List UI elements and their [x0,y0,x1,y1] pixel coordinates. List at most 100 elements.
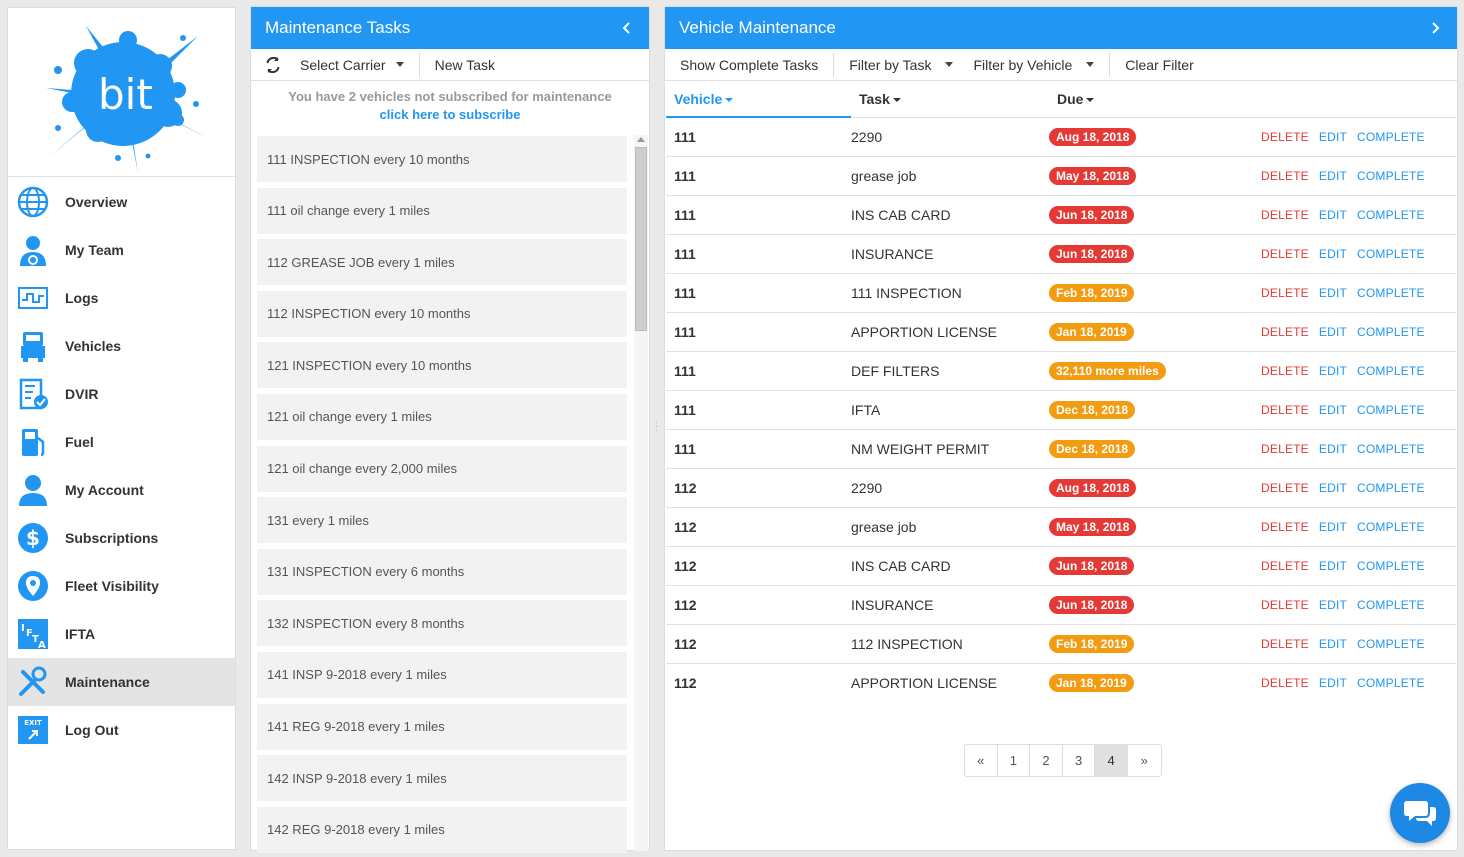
sidebar-item-vehicles[interactable]: Vehicles [8,322,235,370]
complete-button[interactable]: COMPLETE [1357,403,1425,417]
edit-button[interactable]: EDIT [1319,442,1347,456]
list-item[interactable]: 111 oil change every 1 miles [257,187,627,234]
delete-button[interactable]: DELETE [1261,208,1309,222]
delete-button[interactable]: DELETE [1261,637,1309,651]
edit-button[interactable]: EDIT [1319,676,1347,690]
edit-button[interactable]: EDIT [1319,559,1347,573]
clear-filter-button[interactable]: Clear Filter [1110,49,1208,80]
edit-button[interactable]: EDIT [1319,637,1347,651]
refresh-icon[interactable] [251,56,285,73]
delete-button[interactable]: DELETE [1261,442,1309,456]
complete-button[interactable]: COMPLETE [1357,364,1425,378]
list-item[interactable]: 131 INSPECTION every 6 months [257,548,627,595]
chat-button[interactable] [1390,783,1450,843]
chevron-left-icon[interactable] [617,18,637,38]
sidebar-item-log-out[interactable]: EXIT Log Out [8,706,235,754]
list-item[interactable]: 111 INSPECTION every 10 months [257,136,627,182]
delete-button[interactable]: DELETE [1261,559,1309,573]
list-item[interactable]: 112 GREASE JOB every 1 miles [257,239,627,286]
panel-resize-handle[interactable]: · · · [655,419,658,435]
delete-button[interactable]: DELETE [1261,247,1309,261]
pagination-page[interactable]: 1 [998,745,1031,776]
chevron-right-icon[interactable] [1425,18,1445,38]
tasks-toolbar: Select Carrier New Task [251,49,649,81]
sidebar-item-fleet-visibility[interactable]: Fleet Visibility [8,562,235,610]
list-item[interactable]: 121 INSPECTION every 10 months [257,342,627,389]
task-list-scrollbar[interactable] [634,135,648,851]
edit-button[interactable]: EDIT [1319,130,1347,144]
filter-by-vehicle-dropdown[interactable]: Filter by Vehicle [958,49,1109,80]
filter-by-task-dropdown[interactable]: Filter by Task [834,49,958,80]
delete-button[interactable]: DELETE [1261,403,1309,417]
list-item[interactable]: 142 REG 9-2018 every 1 miles [257,806,627,853]
complete-button[interactable]: COMPLETE [1357,247,1425,261]
sidebar-item-my-team[interactable]: My Team [8,226,235,274]
pagination-next[interactable]: » [1128,745,1161,776]
edit-button[interactable]: EDIT [1319,598,1347,612]
sidebar-item-my-account[interactable]: My Account [8,466,235,514]
edit-button[interactable]: EDIT [1319,169,1347,183]
list-item[interactable]: 121 oil change every 2,000 miles [257,445,627,492]
delete-button[interactable]: DELETE [1261,325,1309,339]
complete-button[interactable]: COMPLETE [1357,598,1425,612]
select-carrier-dropdown[interactable]: Select Carrier [285,49,419,80]
complete-button[interactable]: COMPLETE [1357,481,1425,495]
pagination-page[interactable]: 3 [1063,745,1096,776]
subscribe-link[interactable]: click here to subscribe [251,107,649,122]
pagination-page[interactable]: 4 [1095,745,1128,776]
sidebar-item-maintenance[interactable]: Maintenance [8,658,235,706]
new-task-button[interactable]: New Task [420,49,510,80]
complete-button[interactable]: COMPLETE [1357,442,1425,456]
delete-button[interactable]: DELETE [1261,520,1309,534]
list-item[interactable]: 121 oil change every 1 miles [257,393,627,440]
edit-button[interactable]: EDIT [1319,364,1347,378]
column-header-due[interactable]: Due [1049,81,1261,117]
complete-button[interactable]: COMPLETE [1357,325,1425,339]
complete-button[interactable]: COMPLETE [1357,520,1425,534]
delete-button[interactable]: DELETE [1261,169,1309,183]
logo[interactable]: bit [8,8,235,177]
list-item[interactable]: 141 INSP 9-2018 every 1 miles [257,651,627,698]
due-cell: Jan 18, 2019 [1049,662,1261,702]
sidebar-item-overview[interactable]: Overview [8,178,235,226]
complete-button[interactable]: COMPLETE [1357,637,1425,651]
sidebar-item-subscriptions[interactable]: $ Subscriptions [8,514,235,562]
scroll-thumb[interactable] [635,147,647,331]
sidebar-item-logs[interactable]: Logs [8,274,235,322]
list-item[interactable]: 141 REG 9-2018 every 1 miles [257,703,627,750]
complete-button[interactable]: COMPLETE [1357,676,1425,690]
sidebar-item-ifta[interactable]: I F T A IFTA [8,610,235,658]
delete-button[interactable]: DELETE [1261,598,1309,612]
complete-button[interactable]: COMPLETE [1357,169,1425,183]
edit-button[interactable]: EDIT [1319,286,1347,300]
show-complete-tasks-button[interactable]: Show Complete Tasks [665,49,833,80]
list-item[interactable]: 131 every 1 miles [257,497,627,544]
actions-cell: DELETE EDIT COMPLETE [1261,350,1456,390]
column-header-task[interactable]: Task [851,81,1049,117]
delete-button[interactable]: DELETE [1261,481,1309,495]
delete-button[interactable]: DELETE [1261,676,1309,690]
list-item[interactable]: 132 INSPECTION every 8 months [257,600,627,647]
list-item[interactable]: 112 INSPECTION every 10 months [257,290,627,337]
edit-button[interactable]: EDIT [1319,481,1347,495]
complete-button[interactable]: COMPLETE [1357,130,1425,144]
complete-button[interactable]: COMPLETE [1357,208,1425,222]
complete-button[interactable]: COMPLETE [1357,559,1425,573]
pagination-prev[interactable]: « [965,745,998,776]
edit-button[interactable]: EDIT [1319,520,1347,534]
pagination-page[interactable]: 2 [1030,745,1063,776]
sidebar-item-fuel[interactable]: Fuel [8,418,235,466]
delete-button[interactable]: DELETE [1261,130,1309,144]
edit-button[interactable]: EDIT [1319,325,1347,339]
sort-caret-icon [1086,98,1095,103]
scroll-up-arrow-icon[interactable] [637,137,645,142]
complete-button[interactable]: COMPLETE [1357,286,1425,300]
delete-button[interactable]: DELETE [1261,364,1309,378]
edit-button[interactable]: EDIT [1319,403,1347,417]
edit-button[interactable]: EDIT [1319,247,1347,261]
sidebar-item-dvir[interactable]: DVIR [8,370,235,418]
column-header-vehicle[interactable]: Vehicle [666,81,851,118]
list-item[interactable]: 142 INSP 9-2018 every 1 miles [257,755,627,802]
edit-button[interactable]: EDIT [1319,208,1347,222]
delete-button[interactable]: DELETE [1261,286,1309,300]
